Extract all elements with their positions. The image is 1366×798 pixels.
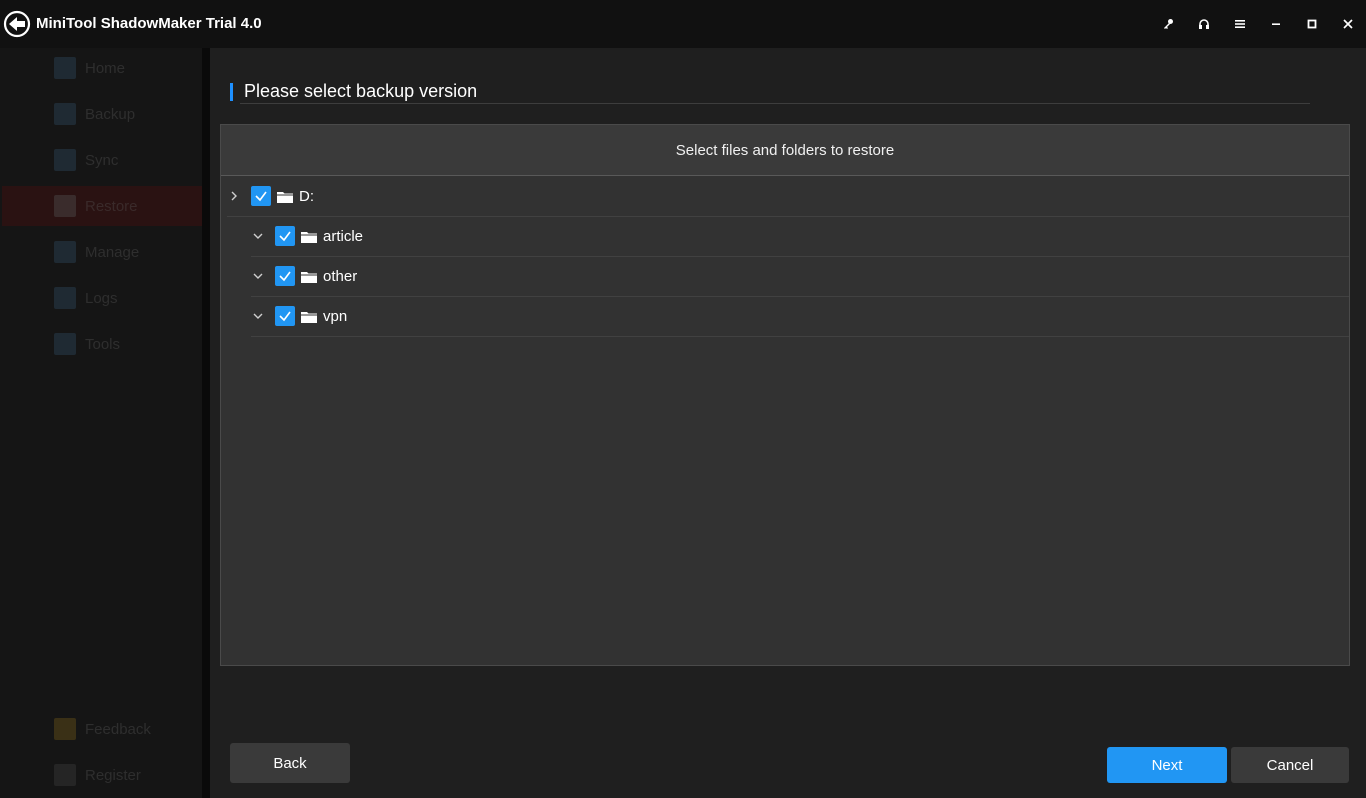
sidebar: Home Backup Sync Restore Manage Logs Too… xyxy=(0,48,206,798)
sidebar-item-label: Manage xyxy=(85,243,140,261)
folder-icon xyxy=(301,271,317,283)
tree-checkbox[interactable] xyxy=(275,266,295,286)
section-title: Please select backup version xyxy=(244,81,478,101)
section-accent-bar xyxy=(230,83,233,101)
section-divider xyxy=(240,103,1310,104)
sidebar-item-home[interactable]: Home xyxy=(2,48,202,88)
menu-icon[interactable] xyxy=(1222,0,1258,48)
folder-icon xyxy=(277,191,293,203)
section-header: Please select backup version xyxy=(230,81,1310,105)
sidebar-item-feedback[interactable]: Feedback xyxy=(2,709,202,749)
tree-row-vpn[interactable]: vpn xyxy=(251,296,1349,337)
main-content: Please select backup version Select file… xyxy=(210,48,1366,798)
next-button[interactable]: Next xyxy=(1107,747,1227,783)
sidebar-divider xyxy=(202,48,210,798)
manage-icon xyxy=(54,241,76,263)
file-tree-panel: Select files and folders to restore D: a… xyxy=(220,124,1350,666)
tree-checkbox[interactable] xyxy=(251,186,271,206)
sidebar-item-label: Tools xyxy=(85,335,121,353)
tree-row-other[interactable]: other xyxy=(251,256,1349,297)
chevron-down-icon[interactable] xyxy=(251,309,265,323)
sidebar-item-label: Feedback xyxy=(85,720,151,738)
sync-icon xyxy=(54,149,76,171)
tree-checkbox[interactable] xyxy=(275,306,295,326)
close-icon[interactable] xyxy=(1330,0,1366,48)
lock-icon xyxy=(54,764,76,786)
home-icon xyxy=(54,57,76,79)
tools-icon xyxy=(54,333,76,355)
maximize-icon[interactable] xyxy=(1294,0,1330,48)
sidebar-item-label: Sync xyxy=(85,151,119,169)
sidebar-item-label: Backup xyxy=(85,105,136,123)
tree-label: other xyxy=(323,267,358,285)
back-button[interactable]: Back xyxy=(230,743,350,783)
chevron-right-icon[interactable] xyxy=(227,189,241,203)
key-icon[interactable] xyxy=(1150,0,1186,48)
sidebar-item-tools[interactable]: Tools xyxy=(2,324,202,364)
tree-label: article xyxy=(323,227,364,245)
sidebar-item-manage[interactable]: Manage xyxy=(2,232,202,272)
folder-icon xyxy=(301,311,317,323)
logs-icon xyxy=(54,287,76,309)
sidebar-item-register[interactable]: Register xyxy=(2,755,202,795)
minitool-logo-icon xyxy=(3,10,31,38)
tree-label: vpn xyxy=(323,307,348,325)
sidebar-item-label: Restore xyxy=(85,197,138,215)
panel-header: Select files and folders to restore xyxy=(221,125,1349,176)
sidebar-item-logs[interactable]: Logs xyxy=(2,278,202,318)
chevron-down-icon[interactable] xyxy=(251,229,265,243)
feedback-icon xyxy=(54,718,76,740)
sidebar-item-label: Logs xyxy=(85,289,118,307)
chevron-down-icon[interactable] xyxy=(251,269,265,283)
app-title: MiniTool ShadowMaker Trial 4.0 xyxy=(36,15,262,32)
tree-row-article[interactable]: article xyxy=(251,216,1349,257)
sidebar-item-label: Home xyxy=(85,59,126,77)
title-bar: MiniTool ShadowMaker Trial 4.0 xyxy=(0,0,1366,48)
sidebar-item-label: Register xyxy=(85,766,141,784)
sidebar-item-backup[interactable]: Backup xyxy=(2,94,202,134)
backup-icon xyxy=(54,103,76,125)
sidebar-item-sync[interactable]: Sync xyxy=(2,140,202,180)
minimize-icon[interactable] xyxy=(1258,0,1294,48)
cancel-button[interactable]: Cancel xyxy=(1231,747,1349,783)
tree-label: D: xyxy=(299,187,314,205)
folder-icon xyxy=(301,231,317,243)
headset-icon[interactable] xyxy=(1186,0,1222,48)
restore-icon xyxy=(54,195,76,217)
tree-row-drive-d[interactable]: D: xyxy=(227,176,1349,217)
tree-checkbox[interactable] xyxy=(275,226,295,246)
sidebar-item-restore[interactable]: Restore xyxy=(2,186,202,226)
